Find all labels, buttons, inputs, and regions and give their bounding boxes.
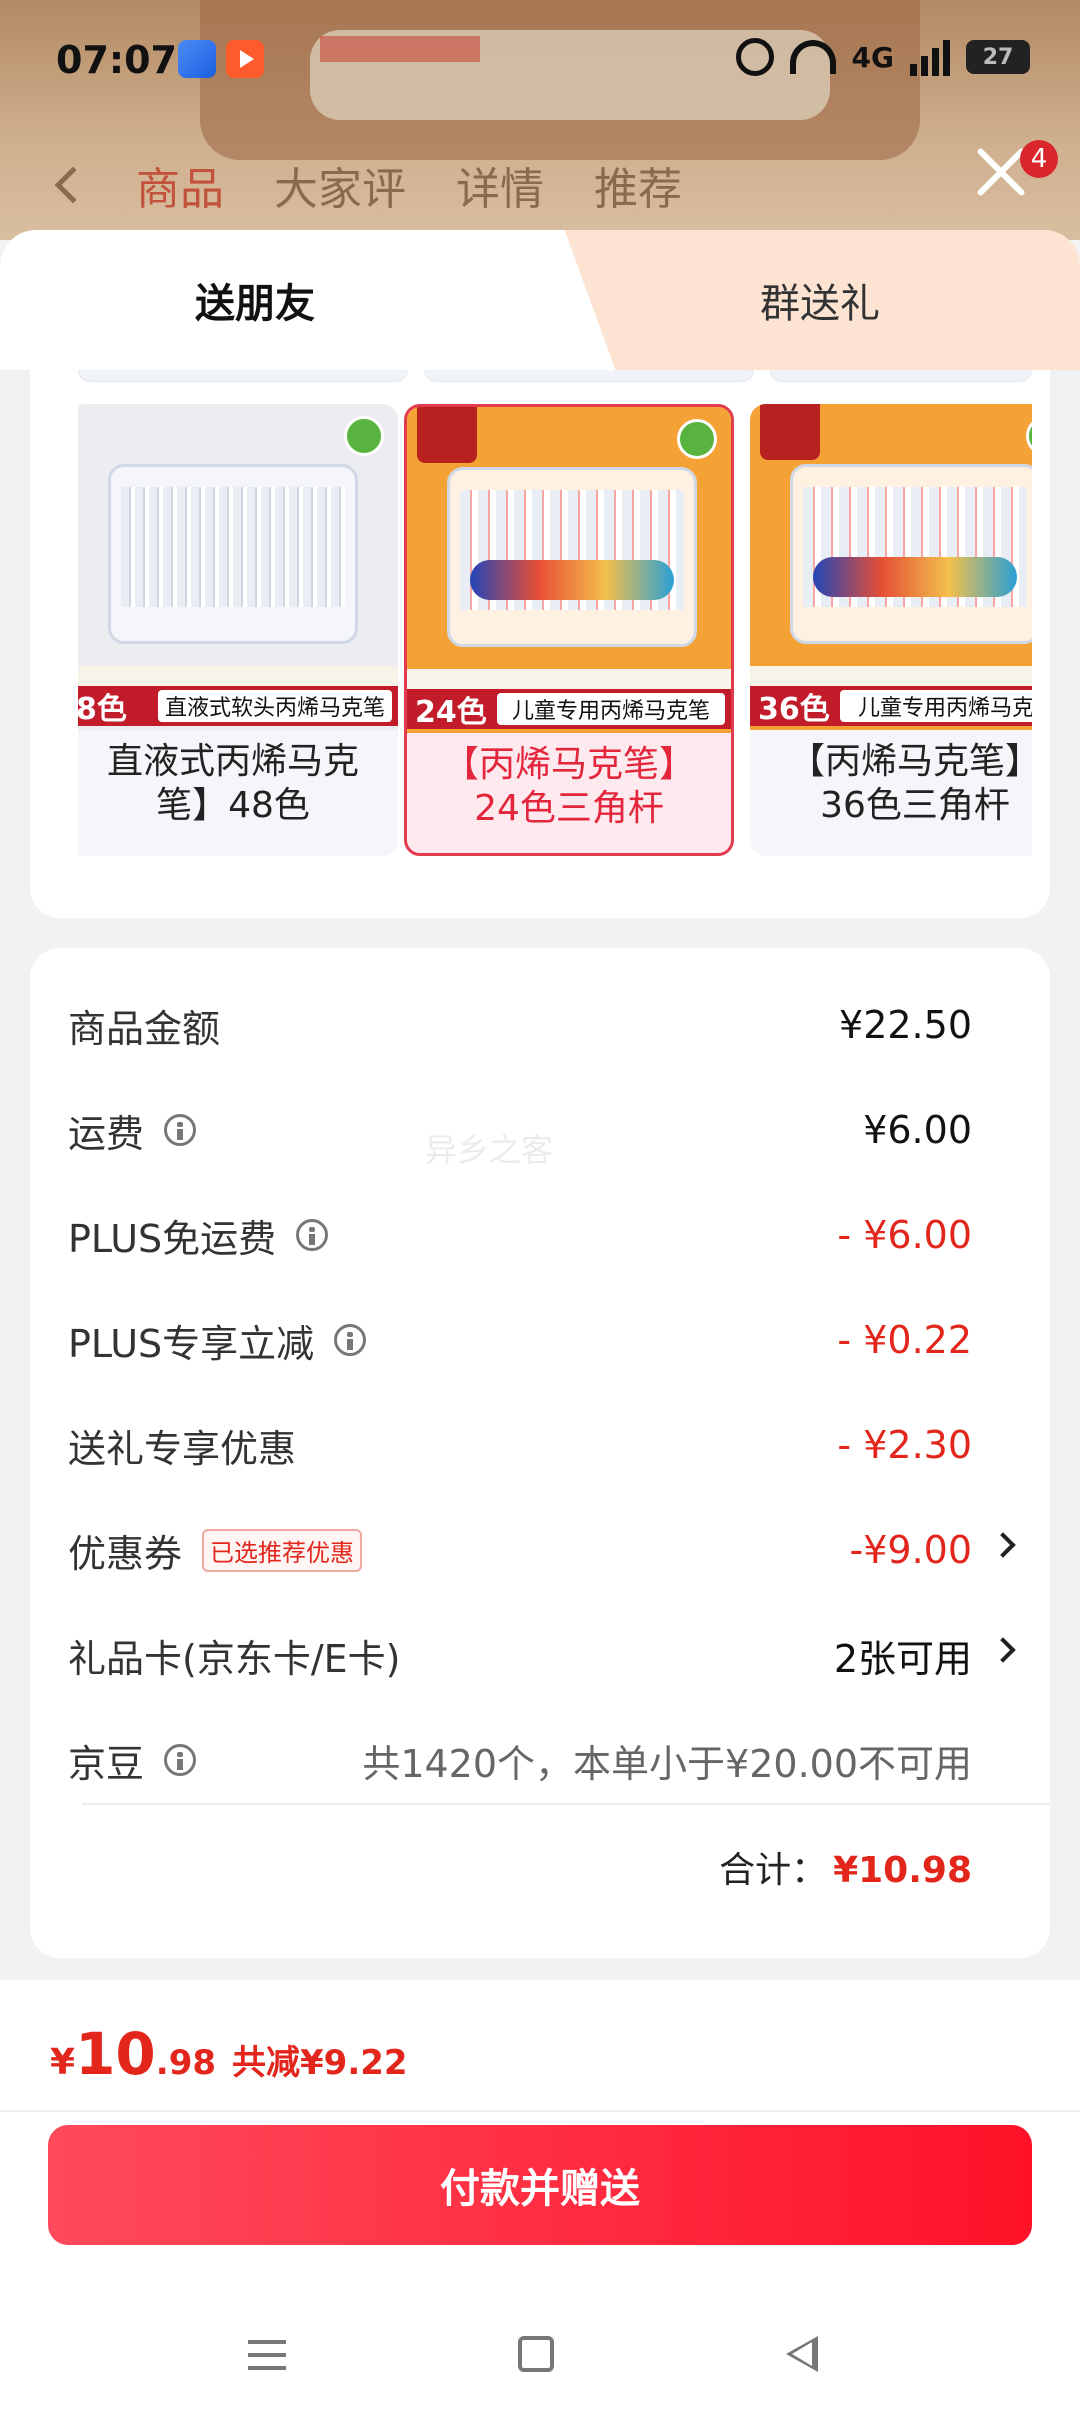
- sheet-tabbar: 送朋友 群送礼: [0, 230, 1080, 370]
- info-icon[interactable]: [296, 1219, 329, 1251]
- tab-goods[interactable]: 商品: [136, 153, 224, 217]
- back-nav-icon[interactable]: [786, 2336, 818, 2372]
- safety-badge-icon: [1026, 416, 1032, 456]
- plus-free-ship-value: - ¥6.00: [837, 1213, 972, 1257]
- plus-discount-value: - ¥0.22: [837, 1318, 972, 1362]
- product-count: 24色: [415, 695, 487, 730]
- gift-card-value: 2张可用: [833, 1636, 972, 1681]
- alarm-icon: [735, 38, 774, 76]
- watermark: 异乡之客: [425, 1131, 554, 1169]
- price-currency: ¥: [50, 2042, 76, 2083]
- tab-recommend[interactable]: 推荐: [594, 153, 682, 217]
- safety-badge-icon: [344, 416, 384, 456]
- safety-badge-icon: [677, 419, 717, 459]
- coupon-row[interactable]: 优惠券 已选推荐优惠 -¥9.00: [68, 1520, 1016, 1580]
- product-count: 36色: [758, 692, 830, 727]
- info-icon[interactable]: [334, 1324, 367, 1356]
- back-icon[interactable]: [54, 166, 92, 204]
- chevron-right-icon: [990, 1532, 1016, 1558]
- battery-icon: 27: [966, 40, 1030, 74]
- price-integer: 10: [75, 2020, 156, 2088]
- jd-beans-note: 共1420个，本单小于¥20.00不可用: [362, 1741, 972, 1786]
- divider: [82, 1803, 1050, 1805]
- app-notification-icon: [178, 40, 216, 78]
- product-tag-title: 儿童专用丙烯马克笔: [497, 693, 725, 725]
- product-name: 【丙烯马克笔】 24色三角杆: [442, 744, 695, 829]
- deli-logo: [760, 404, 820, 460]
- tab-details[interactable]: 详情: [456, 153, 544, 217]
- status-bar: 07:07 4G 27: [0, 0, 1080, 120]
- shipping-value: ¥6.00: [863, 1108, 972, 1152]
- product-image: 36色儿童专用丙烯马克笔: [750, 404, 1032, 730]
- gift-card-row[interactable]: 礼品卡(京东卡/E卡) 2张可用: [68, 1625, 1016, 1685]
- coupon-value: -¥9.00: [849, 1528, 973, 1572]
- goods-amount-row: 商品金额 ¥22.50: [68, 995, 972, 1055]
- product-count: 8色: [78, 692, 127, 727]
- network-type: 4G: [851, 40, 894, 74]
- plus-free-ship-label: PLUS免运费: [68, 1216, 277, 1261]
- gift-discount-value: - ¥2.30: [837, 1423, 972, 1467]
- product-row[interactable]: 8色 直液式软头丙烯马克笔 直液式丙烯马克 笔】48色 24色 儿童专用丙烯马克笔 【…: [78, 370, 1032, 890]
- system-nav-bar: [0, 2310, 1080, 2390]
- gift-discount-label: 送礼专享优惠: [68, 1426, 297, 1471]
- plus-free-ship-row: PLUS免运费 - ¥6.00: [68, 1205, 972, 1265]
- product-card-48[interactable]: 8色 直液式软头丙烯马克笔 直液式丙烯马克 笔】48色: [78, 404, 398, 856]
- wifi-icon: [789, 40, 836, 74]
- product-name: 直液式丙烯马克 笔】48色: [106, 741, 359, 826]
- plus-discount-row: PLUS专享立减 - ¥0.22: [68, 1310, 972, 1370]
- tab-reviews[interactable]: 大家评: [274, 153, 406, 217]
- info-icon[interactable]: [164, 1744, 197, 1776]
- price-decimal: .98: [155, 2043, 217, 2083]
- tab-send-friend-label: 送朋友: [195, 281, 315, 327]
- product-tag-title: 儿童专用丙烯马克笔: [840, 690, 1032, 722]
- cart-badge: 4: [1020, 140, 1058, 178]
- saved-amount: 共减¥9.22: [232, 2043, 408, 2083]
- background-nav-tabs: 商品 大家评 详情 推荐: [40, 150, 1040, 220]
- product-name: 【丙烯马克笔】 36色三角杆: [788, 741, 1032, 826]
- bottom-pay-bar: ¥ 10 .98 共减¥9.22 付款并赠送: [0, 1980, 1080, 2412]
- chevron-right-icon: [990, 1637, 1016, 1663]
- total-value: ¥10.98: [833, 1850, 972, 1891]
- product-image: 8色 直液式软头丙烯马克笔: [78, 404, 398, 730]
- divider: [0, 2110, 1080, 2112]
- gift-discount-row: 送礼专享优惠 - ¥2.30: [68, 1415, 972, 1475]
- gift-sheet: 送朋友 群送礼 8色 直液式软头丙烯马克笔 直液式丙烯马克 笔】48色 24色 …: [0, 230, 1080, 1980]
- total-label: 合计：: [719, 1850, 828, 1891]
- fee-summary-card: 商品金额 ¥22.50 运费 ¥6.00 PLUS免运费 - ¥6.00 PLU…: [30, 948, 1050, 1958]
- product-selector: 8色 直液式软头丙烯马克笔 直液式丙烯马克 笔】48色 24色 儿童专用丙烯马克笔 【…: [30, 370, 1050, 918]
- status-time: 07:07: [56, 38, 177, 82]
- deli-logo: [417, 407, 477, 463]
- coupon-label: 优惠券: [68, 1531, 183, 1576]
- gift-card-label: 礼品卡(京东卡/E卡): [68, 1636, 401, 1681]
- tab-group-gift[interactable]: 群送礼: [560, 230, 1080, 370]
- product-card-36[interactable]: 36色儿童专用丙烯马克笔 【丙烯马克笔】36色三角杆: [750, 404, 1032, 856]
- home-icon[interactable]: [518, 2336, 554, 2372]
- signal-icon: [910, 38, 950, 76]
- menu-icon[interactable]: [248, 2340, 286, 2370]
- pay-and-gift-button[interactable]: 付款并赠送: [48, 2125, 1032, 2245]
- product-image: 24色 儿童专用丙烯马克笔: [407, 407, 731, 733]
- final-price: ¥ 10 .98 共减¥9.22: [50, 2020, 408, 2088]
- coupon-recommend-tag: 已选推荐优惠: [202, 1528, 363, 1572]
- info-icon[interactable]: [164, 1114, 197, 1146]
- product-tag-title: 直液式软头丙烯马克笔: [158, 690, 392, 722]
- shipping-label: 运费: [68, 1111, 145, 1156]
- product-card-24[interactable]: 24色 儿童专用丙烯马克笔 【丙烯马克笔】 24色三角杆: [404, 404, 734, 856]
- jd-beans-label: 京豆: [68, 1741, 145, 1786]
- goods-amount-value: ¥22.50: [839, 1003, 972, 1047]
- total-row: 合计： ¥10.98: [719, 1841, 972, 1893]
- plus-discount-label: PLUS专享立减: [68, 1321, 315, 1366]
- goods-amount-label: 商品金额: [68, 1006, 221, 1051]
- tab-send-friend[interactable]: 送朋友: [0, 230, 560, 370]
- jd-beans-row: 京豆 共1420个，本单小于¥20.00不可用: [68, 1730, 972, 1790]
- video-app-icon: [226, 40, 264, 78]
